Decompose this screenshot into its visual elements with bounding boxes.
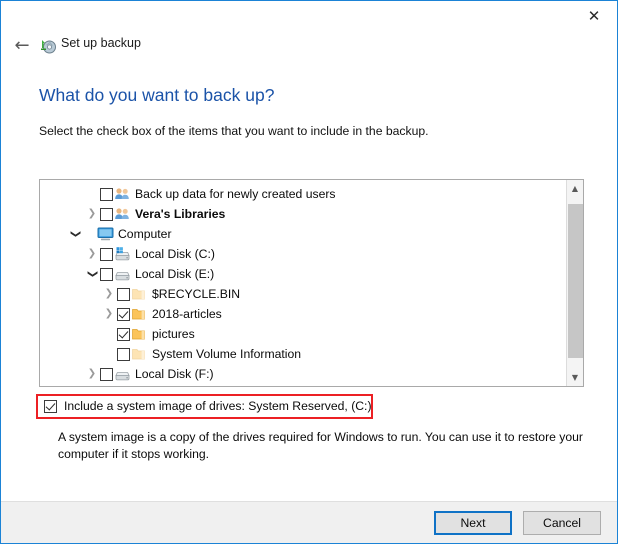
tree-row[interactable]: ❯Local Disk (G:) [40,384,565,387]
tree-row[interactable]: ❯ Local Disk (C:) [40,244,565,264]
setup-backup-dialog: ✕ ← Set up backup What do you want to ba… [0,0,618,544]
system-drive-icon [114,246,131,262]
dialog-footer: Next Cancel [1,501,617,543]
tree-row-checkbox[interactable] [100,247,113,261]
tree-row-checkbox[interactable] [100,187,113,201]
tree-row-checkbox[interactable] [117,287,130,301]
chevron-right-icon[interactable]: ❯ [84,386,100,387]
tree-row-checkbox[interactable] [100,207,113,221]
users-icon [114,186,131,202]
backup-items-tree: Back up data for newly created users ❯ Ver… [40,184,565,387]
backup-items-listbox[interactable]: Back up data for newly created users ❯ Ver… [39,179,584,387]
backup-disk-icon [39,37,56,54]
tree-row-checkbox[interactable] [117,327,130,341]
next-button[interactable]: Next [434,511,512,535]
system-image-description: A system image is a copy of the drives r… [58,430,583,461]
users-icon [114,206,131,222]
list-scrollbar[interactable]: ▲ ▼ [566,180,583,386]
tree-row-label: $RECYCLE.BIN [152,287,241,301]
tree-row-label: 2018-articles [152,307,222,321]
system-image-label: Include a system image of drives: System… [64,399,372,413]
chevron-down-icon[interactable]: ❯ [67,226,83,242]
tree-row-label: Local Disk (C:) [135,247,215,261]
tree-row[interactable]: ❯ Local Disk (E:) [40,264,565,284]
chevron-right-icon[interactable]: ❯ [84,366,100,382]
tree-row-checkbox[interactable] [117,347,130,361]
tree-row-checkbox[interactable] [100,367,113,381]
tree-row-label: Local Disk (E:) [135,267,215,281]
tree-row[interactable]: ❯ Vera's Libraries [40,204,565,224]
chevron-right-icon[interactable]: ❯ [84,246,100,262]
tree-row-label: Vera's Libraries [135,207,226,221]
navigation-row: ← Set up backup [1,34,617,60]
drive-icon [114,266,131,282]
chevron-down-icon[interactable]: ❯ [84,266,100,282]
tree-row-checkbox[interactable] [100,267,113,281]
chevron-right-icon[interactable]: ❯ [84,206,100,222]
drive-icon [114,366,131,382]
tree-row[interactable]: ❯ Computer [40,224,565,244]
tree-row[interactable]: ❯ 2018-articles [40,304,565,324]
tree-row[interactable]: pictures [40,324,565,344]
tree-row-checkbox[interactable] [117,307,130,321]
tree-row[interactable]: ❯ Local Disk (F:) [40,364,565,384]
page-subtext: Select the check box of the items that y… [39,124,429,138]
page-title: What do you want to back up? [39,85,275,105]
tree-row-label: System Volume Information [152,347,302,361]
title-bar: ✕ [1,1,617,31]
chevron-right-icon[interactable]: ❯ [101,306,117,322]
tree-row[interactable]: System Volume Information [40,344,565,364]
close-icon[interactable]: ✕ [572,2,616,30]
computer-monitor-icon [97,226,114,242]
chevron-down-icon[interactable]: ▼ [567,369,583,386]
app-title: Set up backup [61,36,141,50]
scrollbar-thumb[interactable] [568,204,583,358]
folder-faded-icon [131,346,148,362]
chevron-right-icon[interactable]: ❯ [101,286,117,302]
tree-row[interactable]: ❯ $RECYCLE.BIN [40,284,565,304]
cancel-button[interactable]: Cancel [523,511,601,535]
folder-icon [131,326,148,342]
system-image-checkbox[interactable] [44,399,57,413]
tree-row-label: Local Disk (F:) [135,367,214,381]
tree-row-label: Computer [118,227,172,241]
tree-row-label: Back up data for newly created users [135,187,336,201]
back-arrow-icon[interactable]: ← [11,35,33,57]
folder-icon [131,306,148,322]
folder-faded-icon [131,286,148,302]
tree-row-label: pictures [152,327,195,341]
system-image-checkbox-row[interactable]: Include a system image of drives: System… [44,399,372,413]
drive-icon [114,386,131,387]
tree-row[interactable]: Back up data for newly created users [40,184,565,204]
chevron-up-icon[interactable]: ▲ [567,180,583,197]
